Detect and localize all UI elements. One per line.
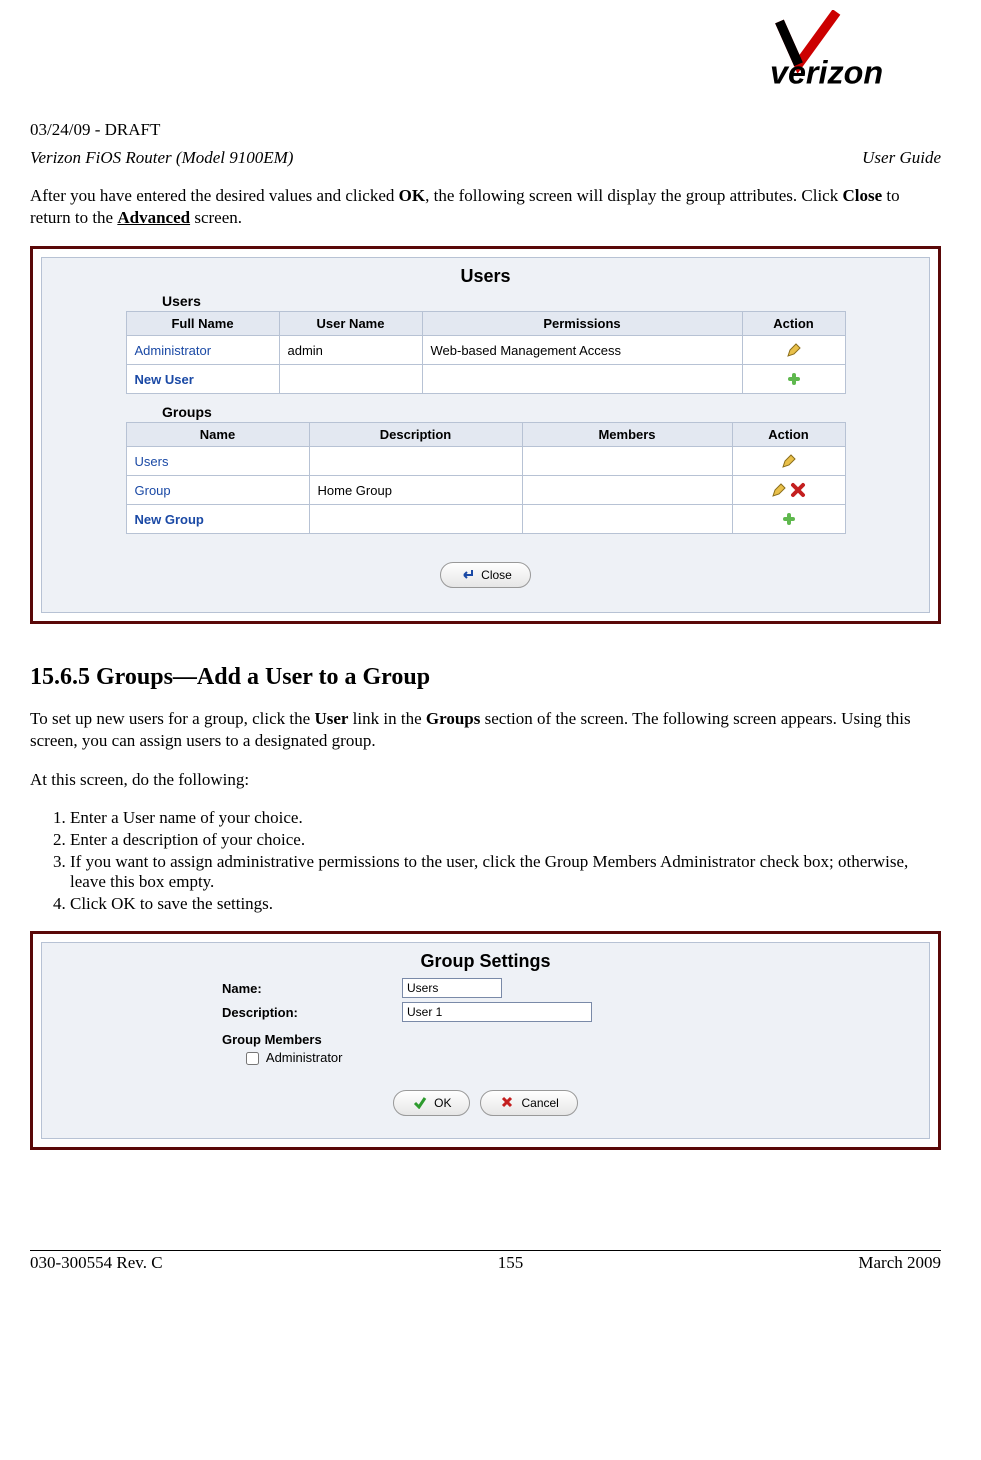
- col-full-name: Full Name: [126, 312, 279, 336]
- section-heading: 15.6.5 Groups—Add a User to a Group: [30, 664, 941, 691]
- description-label: Description:: [42, 1005, 402, 1020]
- list-item: Enter a User name of your choice.: [70, 808, 941, 828]
- user-link-admin[interactable]: Administrator: [135, 343, 212, 358]
- ok-button-label: OK: [434, 1096, 451, 1110]
- close-button-label: Close: [481, 568, 512, 582]
- list-item: Click OK to save the settings.: [70, 894, 941, 914]
- list-item: If you want to assign administrative per…: [70, 852, 941, 892]
- col-action: Action: [742, 312, 845, 336]
- footer-revision: 030-300554 Rev. C: [30, 1253, 163, 1273]
- table-row: Users: [126, 447, 845, 476]
- check-icon: [412, 1095, 428, 1111]
- table-row: New User: [126, 365, 845, 394]
- col-user-name: User Name: [279, 312, 422, 336]
- list-item: Enter a description of your choice.: [70, 830, 941, 850]
- users-table: Full Name User Name Permissions Action A…: [126, 311, 846, 394]
- administrator-checkbox[interactable]: [246, 1052, 259, 1065]
- cell-permissions: Web-based Management Access: [422, 336, 742, 365]
- group-members-heading: Group Members: [42, 1024, 929, 1047]
- name-field[interactable]: [402, 978, 502, 998]
- add-icon[interactable]: [781, 511, 797, 527]
- ok-button[interactable]: OK: [393, 1090, 470, 1116]
- table-row: Group Home Group: [126, 476, 845, 505]
- cancel-button-label: Cancel: [521, 1096, 558, 1110]
- table-row: New Group: [126, 505, 845, 534]
- col-permissions: Permissions: [422, 312, 742, 336]
- users-screenshot: Users Users Full Name User Name Permissi…: [30, 246, 941, 624]
- cancel-button[interactable]: Cancel: [480, 1090, 577, 1116]
- section-para-2: At this screen, do the following:: [30, 769, 941, 791]
- draft-line: 03/24/09 - DRAFT: [30, 120, 941, 140]
- administrator-checkbox-label: Administrator: [266, 1050, 343, 1065]
- footer-date: March 2009: [858, 1253, 941, 1273]
- group-settings-screenshot: Group Settings Name: Description: Group …: [30, 931, 941, 1150]
- delete-icon[interactable]: [790, 482, 806, 498]
- col-description: Description: [309, 423, 522, 447]
- description-field[interactable]: [402, 1002, 592, 1022]
- groups-table: Name Description Members Action Users Gr: [126, 422, 846, 534]
- page-footer: 030-300554 Rev. C 155 March 2009: [30, 1250, 941, 1273]
- x-icon: [499, 1095, 515, 1111]
- section-para-1: To set up new users for a group, click t…: [30, 708, 941, 752]
- cell-description: Home Group: [309, 476, 522, 505]
- col-action: Action: [732, 423, 845, 447]
- verizon-logo: verizon: [751, 10, 941, 95]
- steps-list: Enter a User name of your choice. Enter …: [50, 808, 941, 914]
- group-link-group[interactable]: Group: [135, 483, 171, 498]
- new-user-link[interactable]: New User: [135, 372, 194, 387]
- new-group-link[interactable]: New Group: [135, 512, 204, 527]
- edit-icon[interactable]: [771, 482, 787, 498]
- col-name: Name: [126, 423, 309, 447]
- group-settings-title: Group Settings: [42, 943, 929, 976]
- groups-subhead: Groups: [42, 402, 929, 422]
- users-subhead: Users: [42, 291, 929, 311]
- table-row: Administrator admin Web-based Management…: [126, 336, 845, 365]
- return-icon: [459, 567, 475, 583]
- name-label: Name:: [42, 981, 402, 996]
- users-panel-title: Users: [42, 258, 929, 291]
- cell-username: admin: [279, 336, 422, 365]
- edit-icon[interactable]: [786, 342, 802, 358]
- doc-type: User Guide: [862, 148, 941, 168]
- intro-paragraph: After you have entered the desired value…: [30, 185, 941, 229]
- group-link-users[interactable]: Users: [135, 454, 169, 469]
- col-members: Members: [522, 423, 732, 447]
- close-button[interactable]: Close: [440, 562, 531, 588]
- edit-icon[interactable]: [781, 453, 797, 469]
- svg-text:verizon: verizon: [770, 54, 883, 90]
- add-icon[interactable]: [786, 371, 802, 387]
- device-name: Verizon FiOS Router (Model 9100EM): [30, 148, 293, 168]
- footer-page-number: 155: [498, 1253, 524, 1273]
